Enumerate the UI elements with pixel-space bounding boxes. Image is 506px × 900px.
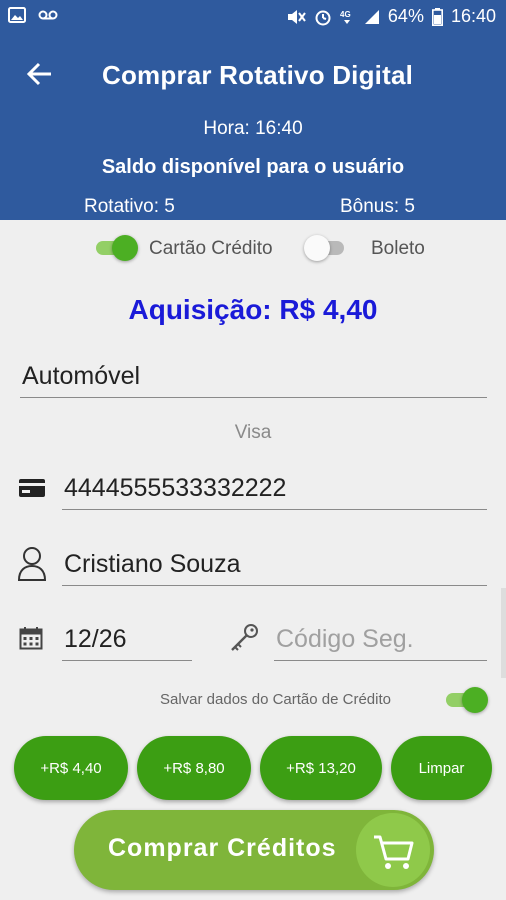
current-time: Hora: 16:40 [203,118,303,139]
credit-card-icon [19,479,45,497]
buy-credits-label: Comprar Créditos [108,834,337,862]
credit-card-label: Cartão Crédito [149,238,273,259]
add-8-80-button[interactable]: +R$ 8,80 [137,736,251,800]
vehicle-value: Automóvel [22,362,141,390]
cart-icon [374,835,414,869]
add-13-20-button[interactable]: +R$ 13,20 [260,736,382,800]
security-code-placeholder: Código Seg. [276,625,414,653]
status-bar: 4G 64% 16:40 [0,0,506,34]
page-title: Comprar Rotativo Digital [102,60,414,90]
battery-icon [431,7,443,26]
battery-percent: 64% [387,6,424,26]
security-code-field[interactable]: Código Seg. [274,615,487,661]
card-number-value: 4444555533332222 [64,474,287,502]
add-4-40-button[interactable]: +R$ 4,40 [14,736,128,800]
app-header: Comprar Rotativo Digital Hora: 16:40 Sal… [0,34,506,220]
scroll-indicator [501,588,506,678]
balance-heading: Saldo disponível para o usuário [101,156,405,178]
rotativo-balance: Rotativo: 5 [84,196,175,217]
image-icon [8,7,26,23]
cart-button-circle [356,813,430,887]
card-brand: Visa [234,422,272,443]
expiry-value: 12/26 [64,625,127,653]
mute-icon [287,9,306,24]
voicemail-icon [38,10,58,20]
calendar-icon [19,627,43,650]
save-card-toggle[interactable] [442,687,488,713]
svg-text:4G: 4G [340,10,351,19]
clear-button[interactable]: Limpar [391,736,492,800]
credit-card-toggle[interactable] [92,235,138,261]
save-card-label: Salvar dados do Cartão de Crédito [160,691,391,708]
signal-icon [364,9,379,24]
cardholder-name-value: Cristiano Souza [64,550,241,578]
bonus-balance: Bônus: 5 [340,196,415,217]
4g-icon: 4G [340,10,351,24]
arrow-back-icon[interactable] [24,58,56,90]
key-icon [231,624,258,651]
boleto-toggle[interactable] [304,235,350,261]
acquisition-amount: Aquisição: R$ 4,40 [128,294,378,325]
boleto-label: Boleto [371,238,425,259]
cardholder-name-field[interactable]: Cristiano Souza [62,540,487,586]
expiry-field[interactable]: 12/26 [62,615,192,661]
vehicle-select[interactable]: Automóvel [20,350,487,398]
alarm-icon [315,10,331,25]
card-number-field[interactable]: 4444555533332222 [62,464,487,510]
buy-credits-button[interactable]: Comprar Créditos [74,810,434,890]
clock: 16:40 [450,6,496,26]
person-icon [17,547,47,581]
